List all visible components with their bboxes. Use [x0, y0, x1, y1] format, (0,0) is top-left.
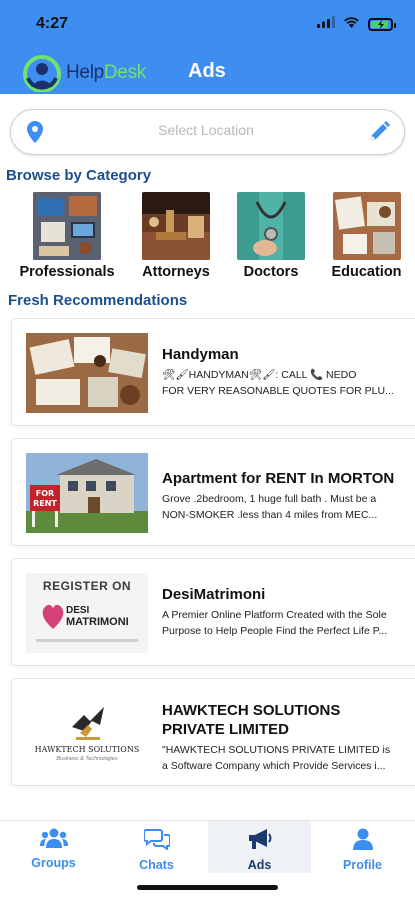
brand-name: HelpDesk [66, 62, 146, 83]
status-icons [317, 15, 396, 33]
category-attorneys[interactable]: Attorneys [128, 192, 224, 280]
ad-title: DesiMatrimoni [162, 586, 266, 603]
chats-icon [142, 828, 171, 855]
fresh-recommendations-title: Fresh Recommendations [8, 292, 188, 309]
category-image [142, 192, 210, 260]
category-education[interactable]: Education [318, 192, 415, 280]
ad-card-apartment[interactable]: FOR RENT Apartment for RENT In MORTON Gro… [11, 438, 415, 546]
ad-text: Apartment for RENT In MORTON Grove .2bed… [162, 469, 406, 523]
ad-description: Grove .2bedroom, 1 huge full bath . Must… [162, 493, 378, 521]
category-label: Education [331, 264, 402, 280]
wifi-icon [343, 15, 360, 33]
ad-description: "HAWKTECH SOLUTIONS PRIVATE LIMITED is a… [162, 744, 391, 772]
category-row: Professionals Attorneys Doctors Educatio… [0, 192, 415, 284]
status-bar: 4:27 [0, 0, 415, 48]
location-input[interactable] [71, 122, 341, 138]
category-image [237, 192, 305, 260]
tab-profile[interactable]: Profile [311, 821, 414, 873]
ad-card-handyman[interactable]: Handyman 🛠🖌HANDYMAN🛠🖌: CALL 📞 NEDO FOR V… [11, 318, 415, 426]
ad-card-desimatrimoni[interactable]: REGISTER ON DESI MATRIMONI DesiMatrimoni… [11, 558, 415, 666]
tab-ads[interactable]: Ads [208, 821, 311, 873]
tab-label: Ads [247, 858, 272, 872]
hawk-logo-icon [72, 707, 104, 740]
ad-title: Handyman [162, 346, 239, 363]
brand-row: HelpDesk Ads [0, 50, 415, 94]
location-selector[interactable] [10, 109, 405, 155]
groups-icon [39, 828, 68, 853]
ad-description: A Premier Online Platform Created with t… [162, 609, 388, 637]
ad-card-hawktech[interactable]: HAWKTECH SOLUTIONS Business & Technologi… [11, 678, 415, 786]
ad-text: Handyman 🛠🖌HANDYMAN🛠🖌: CALL 📞 NEDO FOR V… [162, 345, 406, 399]
ad-thumbnail: HAWKTECH SOLUTIONS Business & Technologi… [26, 693, 148, 773]
profile-icon [352, 828, 374, 855]
category-label: Doctors [243, 264, 299, 280]
app-header: 4:27 HelpDesk Ads [0, 0, 415, 94]
helpdesk-logo-icon [22, 54, 62, 93]
category-label: Professionals [19, 264, 115, 280]
tab-chats[interactable]: Chats [105, 821, 208, 873]
tab-label: Chats [139, 858, 174, 872]
svg-text:RENT: RENT [33, 499, 57, 508]
category-doctors[interactable]: Doctors [224, 192, 318, 280]
location-pin-icon [27, 121, 43, 148]
browse-category-title: Browse by Category [6, 167, 152, 184]
ad-text: HAWKTECH SOLUTIONS PRIVATE LIMITED "HAWK… [162, 701, 406, 774]
battery-icon [368, 17, 396, 31]
edit-pencil-icon[interactable] [368, 121, 390, 148]
ad-title: Apartment for RENT In MORTON [162, 470, 395, 487]
page-title: Ads [188, 60, 226, 82]
home-indicator[interactable] [137, 885, 278, 890]
ad-thumbnail: FOR RENT [26, 453, 148, 533]
svg-text:FOR: FOR [36, 489, 54, 498]
signal-icon [317, 15, 335, 33]
category-professionals[interactable]: Professionals [6, 192, 128, 280]
tab-label: Profile [343, 858, 382, 872]
ad-thumbnail: REGISTER ON DESI MATRIMONI [26, 573, 148, 653]
ad-description: 🛠🖌HANDYMAN🛠🖌: CALL 📞 NEDO FOR VERY REASO… [162, 369, 394, 397]
ad-text: DesiMatrimoni A Premier Online Platform … [162, 585, 406, 639]
category-image [33, 192, 101, 260]
category-label: Attorneys [142, 264, 210, 280]
tab-groups[interactable]: Groups [2, 821, 105, 873]
category-image [332, 192, 401, 260]
ad-thumbnail [26, 333, 148, 413]
status-time: 4:27 [36, 15, 69, 32]
ad-title: HAWKTECH SOLUTIONS PRIVATE LIMITED [162, 702, 341, 738]
megaphone-icon [247, 828, 273, 855]
tab-label: Groups [31, 856, 76, 870]
